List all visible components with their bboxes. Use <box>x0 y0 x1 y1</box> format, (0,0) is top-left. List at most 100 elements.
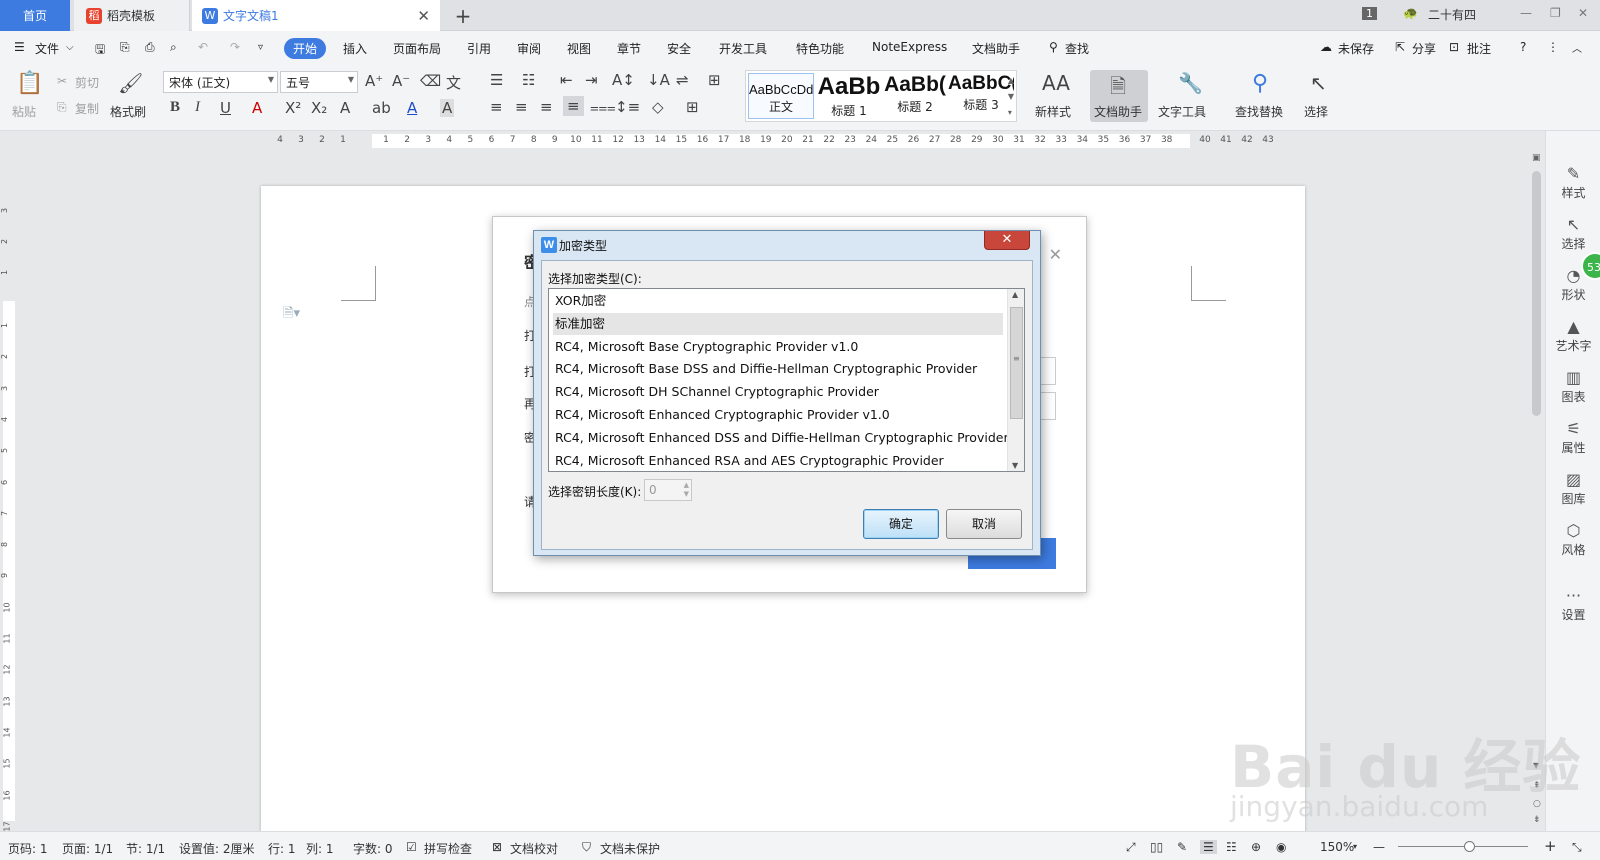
font-size-select[interactable]: 五号 ▼ <box>280 71 358 93</box>
panel-theme[interactable]: ⬡ 风格 <box>1546 521 1600 558</box>
style-heading-2[interactable]: AaBb( 标题 2 <box>882 73 948 119</box>
find-replace-icon[interactable]: ⚲ <box>1252 71 1268 96</box>
align-right-icon[interactable]: ≡ <box>540 98 553 116</box>
help-icon[interactable]: ? <box>1520 40 1526 54</box>
decrease-indent-icon[interactable]: ⇤ <box>560 71 573 89</box>
increase-font-icon[interactable]: A⁺ <box>365 72 383 90</box>
style-heading-3[interactable]: AaBbC( 标题 3 <box>948 73 1014 119</box>
share-button[interactable]: 分享 <box>1412 40 1436 57</box>
panel-select[interactable]: ↖ 选择 <box>1546 215 1600 252</box>
window-count-badge[interactable]: 1 <box>1362 7 1377 20</box>
new-style-button[interactable]: 新样式 <box>1035 103 1071 120</box>
web-view-icon[interactable]: ⊕ <box>1251 840 1261 854</box>
status-page-number[interactable]: 页码: 1 <box>8 840 48 857</box>
select-button[interactable]: 选择 <box>1304 103 1328 120</box>
panel-settings[interactable]: ··· 设置 <box>1546 586 1600 623</box>
style-gallery-scroll-icon[interactable]: ▲ ▼ ▾ <box>1008 73 1014 121</box>
encryption-type-option[interactable]: RC4, Microsoft Base DSS and Diffie-Hellm… <box>553 358 1003 380</box>
zoom-out-icon[interactable]: — <box>1373 840 1385 854</box>
menu-insert[interactable]: 插入 <box>343 40 367 57</box>
hamburger-icon[interactable]: ☰ <box>14 40 25 54</box>
dialog-close-button[interactable]: ✕ <box>984 231 1030 250</box>
next-page-icon[interactable]: ⇟ <box>1533 815 1541 825</box>
panel-properties[interactable]: ⚟ 属性 <box>1546 419 1600 456</box>
status-pages[interactable]: 页面: 1/1 <box>62 840 113 857</box>
fullscreen-icon[interactable]: ⤢ <box>1126 840 1136 855</box>
menu-search[interactable]: 查找 <box>1065 40 1089 57</box>
encryption-type-option[interactable]: RC4, Microsoft Enhanced RSA and AES Cryp… <box>553 450 1003 471</box>
status-setting-value[interactable]: 设置值: 2厘米 <box>179 840 255 857</box>
user-avatar[interactable]: 🐢 <box>1403 6 1418 20</box>
paste-icon[interactable]: 📋 <box>16 71 43 96</box>
minimize-icon[interactable]: — <box>1520 6 1532 20</box>
bullet-list-icon[interactable]: ☰ <box>490 71 503 89</box>
menu-view[interactable]: 视图 <box>567 40 591 57</box>
menu-features[interactable]: 特色功能 <box>796 40 844 57</box>
sort-icon[interactable]: ↓A <box>647 71 670 89</box>
new-style-icon[interactable]: AA <box>1042 71 1070 95</box>
more-options-icon[interactable]: ⋮ <box>1547 40 1559 54</box>
show-marks-icon[interactable]: ⇌ <box>676 71 689 89</box>
tab-stops-icon[interactable]: ⊞ <box>708 71 721 89</box>
outline-view-icon[interactable]: ☷ <box>1226 840 1237 854</box>
vertical-ruler[interactable]: 3 2 1 1 2 3 4 5 6 7 8 9 10 11 12 13 14 15 16 17 <box>0 151 16 831</box>
horizontal-ruler[interactable]: 4 3 2 1 1 2 3 4 5 6 7 8 9 10 11 12 13 14 15 16 17 18 19 20 21 22 2… <box>0 131 1545 151</box>
clear-format-icon[interactable]: ⌫ <box>420 72 441 90</box>
borders-icon[interactable]: ⊞ <box>686 98 699 116</box>
phonetic-guide-icon[interactable]: 文 <box>446 72 461 93</box>
tab-template[interactable]: 稻 稻壳模板 <box>74 0 190 31</box>
close-tab-icon[interactable]: ✕ <box>417 7 430 25</box>
copy-button[interactable]: 复制 <box>75 100 99 117</box>
file-chevron-down-icon[interactable]: ⌵ <box>66 42 74 53</box>
list-scrollbar[interactable]: ▲ ≡ ▼ <box>1007 289 1024 471</box>
menu-noteexpress[interactable]: NoteExpress <box>872 40 947 54</box>
encryption-type-option[interactable]: RC4, Microsoft Enhanced Cryptographic Pr… <box>553 404 1003 426</box>
numbered-list-icon[interactable]: ☷ <box>522 71 535 89</box>
status-section[interactable]: 节: 1/1 <box>126 840 165 857</box>
encryption-type-option[interactable]: XOR加密 <box>553 290 1003 312</box>
save-icon[interactable]: 🖫 <box>95 40 105 61</box>
scroll-top-icon[interactable]: ▣ <box>1532 153 1541 163</box>
user-name[interactable]: 二十有四 <box>1428 6 1476 23</box>
menu-chapter[interactable]: 章节 <box>617 40 641 57</box>
page-view-icon[interactable]: ☰ <box>1200 840 1217 854</box>
text-effect-icon[interactable]: A <box>340 99 350 117</box>
redo-icon[interactable]: ↷ <box>230 40 240 54</box>
fit-window-icon[interactable]: ⤡ <box>1572 840 1582 855</box>
encryption-type-option[interactable]: 标准加密 <box>553 312 1003 335</box>
increase-indent-icon[interactable]: ⇥ <box>585 71 598 89</box>
menu-start[interactable]: 开始 <box>284 38 327 59</box>
menu-file[interactable]: 文件 <box>35 40 59 57</box>
format-painter-button[interactable]: 格式刷 <box>110 103 146 120</box>
encryption-type-list[interactable]: XOR加密 标准加密 RC4, Microsoft Base Cryptograph… <box>548 288 1025 472</box>
zoom-dropdown-icon[interactable]: ▾ <box>1353 842 1357 851</box>
key-length-spinner[interactable]: 0 ▲ ▼ <box>644 479 692 501</box>
wrench-icon[interactable]: 🔧 <box>1178 71 1203 95</box>
style-heading-1[interactable]: AaBb 标题 1 <box>816 73 882 119</box>
font-name-select[interactable]: 宋体 (正文) ▼ <box>163 71 278 93</box>
encryption-type-option[interactable]: RC4, Microsoft Base Cryptographic Provid… <box>553 336 1003 358</box>
justify-icon[interactable]: ≡ <box>563 96 584 116</box>
status-spellcheck[interactable]: 拼写检查 <box>424 840 472 857</box>
zoom-slider-thumb[interactable] <box>1464 841 1475 852</box>
panel-wordart[interactable]: ▲ 艺术字 <box>1546 317 1600 354</box>
tab-document[interactable]: W 文字文稿1 ✕ <box>192 0 440 31</box>
print-preview-icon[interactable]: ⌕ <box>170 40 177 55</box>
menu-reference[interactable]: 引用 <box>467 40 491 57</box>
status-protection[interactable]: 文档未保护 <box>600 840 660 857</box>
cursor-select-icon[interactable]: ↖ <box>1310 71 1327 95</box>
menu-doc-assistant[interactable]: 文档助手 <box>972 40 1020 57</box>
collapse-ribbon-icon[interactable]: ︿ <box>1572 40 1582 55</box>
align-center-icon[interactable]: ≡ <box>515 98 528 116</box>
undo-icon[interactable]: ↶ <box>198 40 208 54</box>
tab-home[interactable]: 首页 <box>0 0 70 31</box>
subscript-icon[interactable]: X₂ <box>311 99 327 117</box>
close-window-icon[interactable]: ✕ <box>1578 6 1588 20</box>
menu-security[interactable]: 安全 <box>667 40 691 57</box>
doc-assistant-button[interactable]: 🗎 文档助手 <box>1090 70 1148 122</box>
zoom-in-icon[interactable]: + <box>1544 837 1557 855</box>
status-row[interactable]: 行: 1 <box>268 840 296 857</box>
font-color-icon[interactable]: A <box>407 99 417 117</box>
quick-access-more-icon[interactable]: ▿ <box>258 42 263 53</box>
decrease-font-icon[interactable]: A⁻ <box>392 72 410 90</box>
